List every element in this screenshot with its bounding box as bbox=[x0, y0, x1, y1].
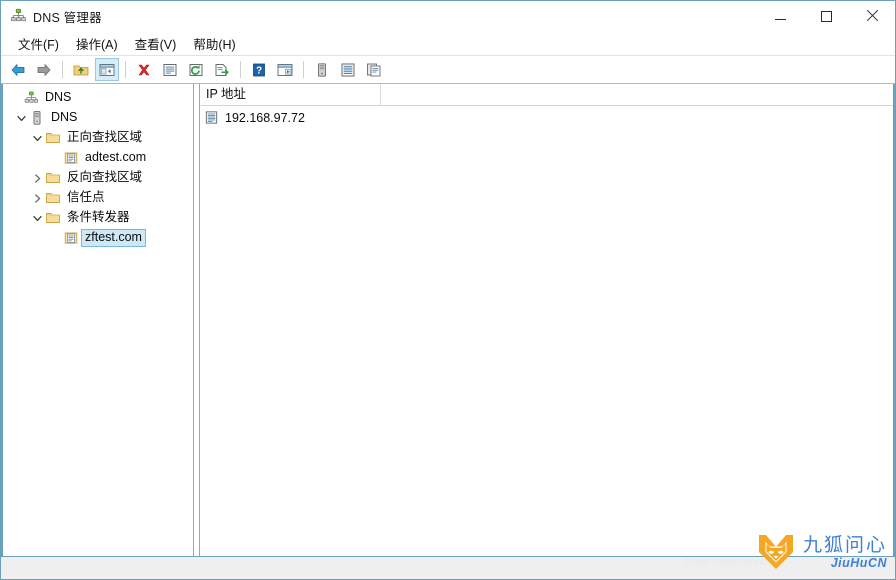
chevron-placeholder bbox=[7, 90, 23, 106]
dns-console-icon bbox=[23, 90, 39, 106]
forward-icon[interactable] bbox=[32, 58, 56, 81]
tree-node-label: DNS bbox=[51, 110, 78, 124]
status-bar bbox=[1, 556, 895, 579]
chevron-down-icon[interactable] bbox=[29, 130, 45, 146]
back-icon[interactable] bbox=[6, 58, 30, 81]
tree-node-forward-lookup-zones[interactable]: 正向查找区域 bbox=[3, 128, 193, 148]
up-one-level-icon[interactable] bbox=[69, 58, 93, 81]
tree-node-zftest-com[interactable]: zftest.com bbox=[3, 228, 193, 248]
folder-icon bbox=[45, 210, 61, 226]
tree-node-dns-server[interactable]: DNS bbox=[3, 108, 193, 128]
chevron-down-icon[interactable] bbox=[29, 210, 45, 226]
result-list-pane: IP 地址 192.168.97.72 bbox=[200, 84, 895, 556]
tree-node-label: DNS bbox=[45, 90, 72, 104]
chevron-right-icon[interactable] bbox=[29, 190, 45, 206]
window-title: DNS 管理器 bbox=[33, 10, 102, 25]
menu-bar: 文件(F) 操作(A) 查看(V) 帮助(H) bbox=[1, 32, 895, 56]
tree-node-dns-root[interactable]: DNS bbox=[3, 88, 193, 108]
console-tree-pane: DNS DNS 正向查找区域 adtest.com 反向查找区域 信任点 条件转… bbox=[1, 84, 194, 556]
minimize-icon bbox=[774, 19, 786, 20]
properties-icon[interactable] bbox=[158, 58, 182, 81]
title-bar: DNS 管理器 bbox=[1, 1, 895, 32]
copy-icon[interactable] bbox=[362, 58, 386, 81]
record-list-icon bbox=[204, 110, 220, 126]
close-icon bbox=[866, 10, 878, 22]
close-button[interactable] bbox=[849, 1, 895, 31]
content-area: DNS DNS 正向查找区域 adtest.com 反向查找区域 信任点 条件转… bbox=[1, 84, 895, 556]
maximize-button[interactable] bbox=[803, 1, 849, 31]
export-list-icon[interactable] bbox=[210, 58, 234, 81]
list-cell-ip-address: 192.168.97.72 bbox=[225, 110, 305, 125]
server-icon bbox=[29, 110, 45, 126]
tree-node-label: 信任点 bbox=[67, 190, 105, 204]
column-ip-address[interactable]: IP 地址 bbox=[200, 84, 381, 105]
dns-console-icon bbox=[9, 7, 27, 25]
maximize-icon bbox=[820, 10, 832, 22]
menu-action[interactable]: 操作(A) bbox=[68, 32, 127, 56]
show-hide-tree-icon[interactable] bbox=[95, 58, 119, 81]
list-view-icon[interactable] bbox=[336, 58, 360, 81]
dns-manager-window: DNS 管理器 文件(F) 操作(A) 查看(V) 帮助(H) ? DNS DN… bbox=[0, 0, 896, 580]
menu-view[interactable]: 查看(V) bbox=[127, 32, 186, 56]
run-console-icon[interactable] bbox=[273, 58, 297, 81]
console-tree: DNS DNS 正向查找区域 adtest.com 反向查找区域 信任点 条件转… bbox=[3, 84, 193, 248]
column-secondary[interactable] bbox=[381, 84, 893, 105]
tree-node-label: adtest.com bbox=[85, 150, 147, 164]
menu-help[interactable]: 帮助(H) bbox=[185, 32, 244, 56]
list-column-header: IP 地址 bbox=[200, 84, 893, 106]
chevron-down-icon[interactable] bbox=[13, 110, 29, 126]
folder-icon bbox=[45, 170, 61, 186]
folder-icon bbox=[45, 190, 61, 206]
help-icon[interactable]: ? bbox=[247, 58, 271, 81]
tree-node-conditional-forwarders[interactable]: 条件转发器 bbox=[3, 208, 193, 228]
delete-icon[interactable] bbox=[132, 58, 156, 81]
window-controls bbox=[757, 1, 895, 31]
toolbar-separator bbox=[240, 61, 241, 78]
toolbar: ? bbox=[1, 56, 895, 84]
tree-node-trust-points[interactable]: 信任点 bbox=[3, 188, 193, 208]
toolbar-separator bbox=[125, 61, 126, 78]
chevron-right-icon[interactable] bbox=[29, 170, 45, 186]
menu-file[interactable]: 文件(F) bbox=[10, 32, 68, 56]
tree-node-label: 正向查找区域 bbox=[67, 130, 143, 144]
toolbar-separator bbox=[303, 61, 304, 78]
tree-node-reverse-lookup-zones[interactable]: 反向查找区域 bbox=[3, 168, 193, 188]
tree-node-adtest-com[interactable]: adtest.com bbox=[3, 148, 193, 168]
zone-icon bbox=[63, 230, 79, 246]
folder-icon bbox=[45, 130, 61, 146]
list-row[interactable]: 192.168.97.72 bbox=[200, 108, 893, 127]
minimize-button[interactable] bbox=[757, 1, 803, 31]
tree-node-label: zftest.com bbox=[81, 229, 146, 247]
server-icon[interactable] bbox=[310, 58, 334, 81]
tree-node-label: 条件转发器 bbox=[67, 210, 130, 224]
svg-text:?: ? bbox=[256, 65, 262, 76]
zone-icon bbox=[63, 150, 79, 166]
refresh-icon[interactable] bbox=[184, 58, 208, 81]
tree-node-label: 反向查找区域 bbox=[67, 170, 143, 184]
toolbar-separator bbox=[62, 61, 63, 78]
